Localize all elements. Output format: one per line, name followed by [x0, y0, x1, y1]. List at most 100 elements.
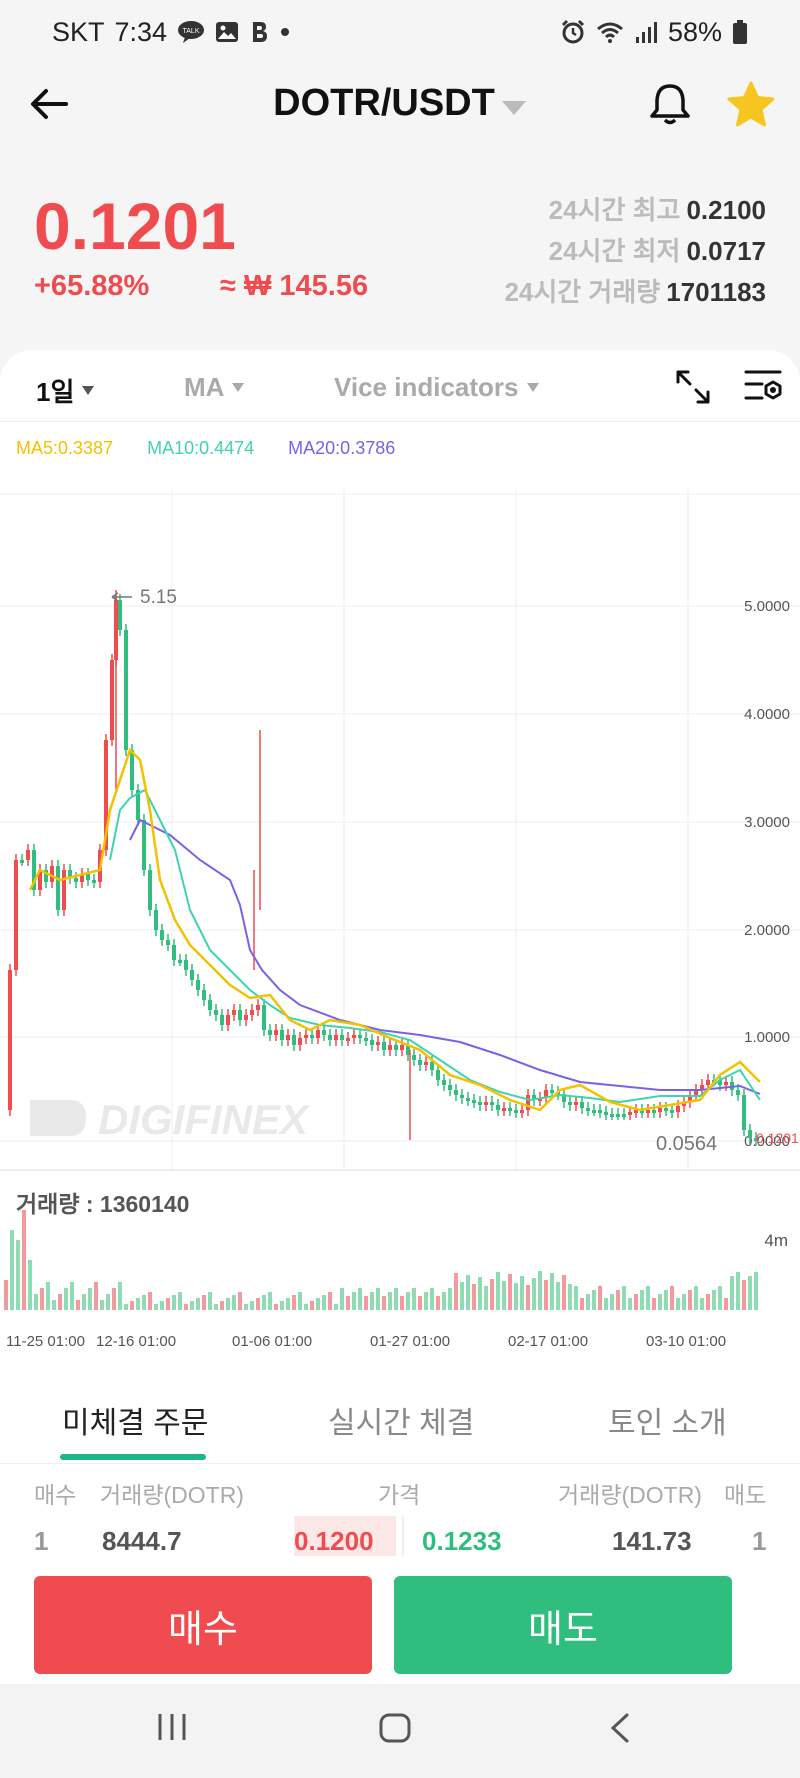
candle-body: [478, 1102, 482, 1105]
candle-body: [154, 910, 158, 930]
volume-bar: [526, 1285, 530, 1310]
x-tick: 02-17 01:00: [508, 1333, 588, 1350]
candle-body: [436, 1070, 440, 1080]
sell-price: 0.1233: [422, 1526, 502, 1556]
volume-bar: [364, 1296, 368, 1310]
pair-title: DOTR/USDT: [273, 82, 495, 124]
candle-body: [142, 820, 146, 870]
candle-body: [124, 630, 128, 750]
candle-body: [56, 866, 60, 910]
volume-bar: [64, 1288, 68, 1310]
volume-bar: [706, 1294, 710, 1310]
volume-bar: [430, 1288, 434, 1310]
candle-body: [184, 960, 188, 970]
chart-svg: 5.0000 4.0000 3.0000 2.0000 1.0000 0.000…: [0, 490, 800, 1350]
signal-icon: [634, 20, 658, 44]
candle-body: [346, 1038, 350, 1041]
stat-high-label: 24시간 최고: [548, 195, 681, 225]
candle-body: [628, 1112, 632, 1115]
candle-body: [568, 1102, 572, 1105]
volume-bar: [370, 1292, 374, 1310]
volume-bar: [214, 1304, 218, 1310]
candle-body: [322, 1030, 326, 1035]
min-label: 0.0564: [656, 1133, 717, 1155]
recent-apps-icon[interactable]: [156, 1712, 188, 1747]
volume-bar: [130, 1301, 134, 1310]
candle-body: [214, 1010, 218, 1015]
volume-bar: [376, 1288, 380, 1310]
volume-bar: [184, 1304, 188, 1310]
candle-body: [232, 1010, 236, 1015]
ma-caret-icon: [232, 383, 245, 392]
back-nav-icon[interactable]: [608, 1712, 632, 1749]
sell-button[interactable]: 매도: [394, 1576, 732, 1674]
home-icon[interactable]: [378, 1712, 412, 1749]
volume-bar: [694, 1286, 698, 1310]
volume-bar: [112, 1288, 116, 1310]
volume-bar: [304, 1304, 308, 1310]
candle-body: [664, 1108, 668, 1111]
candle-body: [238, 1010, 242, 1020]
tab-token-info[interactable]: 토인 소개: [608, 1398, 727, 1442]
active-tab-indicator: [60, 1454, 206, 1460]
buy-index: 1: [34, 1526, 49, 1556]
volume-bar: [574, 1286, 578, 1310]
volume-bar: [448, 1288, 452, 1310]
volume-bar: [322, 1295, 326, 1310]
volume-bar: [154, 1304, 158, 1310]
vice-label: Vice indicators: [334, 372, 519, 402]
candle-body: [274, 1030, 278, 1035]
volume-bar: [640, 1290, 644, 1310]
candle-body: [736, 1090, 740, 1095]
watermark-text: DIGIFINEX: [98, 1096, 311, 1143]
volume-bar: [100, 1300, 104, 1310]
buy-button[interactable]: 매수: [34, 1576, 372, 1674]
volume-bar: [142, 1295, 146, 1310]
col-sell: 매도: [724, 1482, 767, 1508]
interval-caret-icon: [82, 386, 95, 395]
volume-bar: [520, 1276, 524, 1310]
candle-body: [604, 1112, 608, 1115]
volume-bar: [298, 1292, 302, 1310]
ma10-value: MA10:0.4474: [147, 438, 255, 458]
candle-body: [226, 1015, 230, 1025]
volume-bar: [568, 1284, 572, 1310]
tab-live-trades[interactable]: 실시간 체결: [328, 1398, 474, 1442]
volume-bar: [310, 1301, 314, 1310]
stat-high: 24시간 최고 0.2100: [504, 190, 766, 231]
x-tick: 01-27 01:00: [370, 1333, 450, 1350]
chart-settings-icon[interactable]: [744, 368, 784, 406]
ma20-line: [129, 818, 761, 1095]
stat-low: 24시간 최저 0.0717: [504, 231, 766, 272]
candle-body: [670, 1110, 674, 1113]
volume-bar: [562, 1275, 566, 1310]
expand-icon[interactable]: [674, 368, 712, 406]
bell-icon[interactable]: [646, 80, 694, 128]
stat-volume-value: 1701183: [666, 277, 766, 307]
volume-bar: [610, 1294, 614, 1310]
volume-bar: [52, 1300, 56, 1310]
volume-bar: [4, 1280, 8, 1310]
ma-dropdown[interactable]: MA: [184, 372, 245, 403]
volume-bar: [496, 1272, 500, 1310]
candle-body: [610, 1114, 614, 1117]
ticker-summary: 0.1201 +65.88% ≈ ₩ 145.56 24시간 최고 0.2100 …: [0, 144, 800, 344]
tab-open-orders[interactable]: 미체결 주문: [62, 1398, 208, 1442]
volume-bar: [334, 1304, 338, 1310]
candle-body: [268, 1030, 272, 1035]
buy-price: 0.1200: [294, 1526, 374, 1556]
interval-dropdown[interactable]: 1일: [36, 372, 95, 409]
pair-caret-icon: [501, 83, 527, 126]
order-tabs: 미체결 주문 실시간 체결 토인 소개: [0, 1374, 800, 1464]
volume-bar: [622, 1286, 626, 1310]
vice-indicators-dropdown[interactable]: Vice indicators: [334, 372, 539, 403]
chart-card: 1일 MA Vice indicators MA5:0.3387 MA10:0.…: [0, 350, 800, 1684]
volume-bar: [676, 1298, 680, 1310]
favorite-star-icon[interactable]: [726, 80, 776, 130]
volume-bar: [172, 1295, 176, 1310]
volume-bars: [4, 1210, 758, 1310]
volume-bar: [736, 1272, 740, 1310]
ma20-value: MA20:0.3786: [288, 438, 396, 458]
volume-bar: [280, 1301, 284, 1310]
candle-body: [208, 1000, 212, 1010]
